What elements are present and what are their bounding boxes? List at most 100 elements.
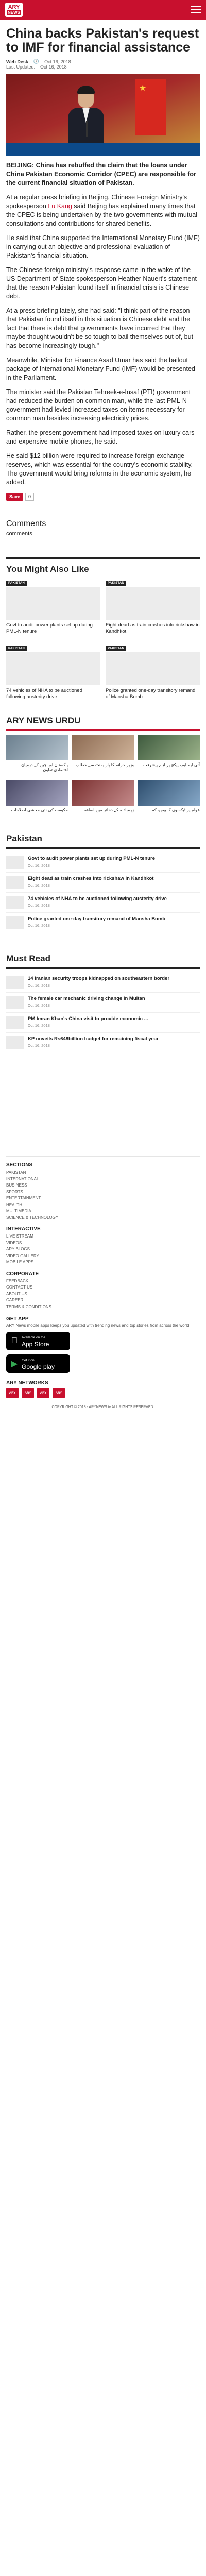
- footer-link-business[interactable]: BUSINESS: [6, 1182, 200, 1189]
- ary-news-logo[interactable]: ARY NEWS: [5, 3, 23, 17]
- ary-networks: ARY NETWORKS ARY ARY ARY ARY: [6, 1380, 200, 1398]
- footer-link-contact-us[interactable]: CONTACT US: [6, 1284, 200, 1291]
- footer-link-entertainment[interactable]: ENTERTAINMENT: [6, 1195, 200, 1202]
- footer-link-health[interactable]: HEALTH: [6, 1202, 200, 1209]
- urdu-card[interactable]: وزیر خزانہ کا پارلیمنٹ سے خطاب: [72, 735, 134, 773]
- pinterest-save-button[interactable]: Save: [6, 493, 24, 501]
- comments-area[interactable]: comments: [0, 531, 206, 537]
- google-play-icon: ▶: [11, 1360, 18, 1368]
- list-item[interactable]: Eight dead as train crashes into ricksha…: [6, 873, 200, 893]
- related-card[interactable]: PAKISTAN Eight dead as train crashes int…: [106, 578, 200, 635]
- article-date: Oct 16, 2018: [44, 59, 71, 64]
- urdu-title: عوام پر ٹیکسوں کا بوجھ کم: [151, 808, 200, 812]
- list-item-date: Oct 16, 2018: [28, 983, 50, 988]
- list-item-date: Oct 16, 2018: [28, 903, 50, 908]
- article-author[interactable]: Web Desk: [6, 59, 28, 64]
- list-thumbnail: [6, 976, 24, 989]
- list-item-title: KP unveils Rs648billion budget for remai…: [28, 1036, 159, 1042]
- urdu-card[interactable]: عوام پر ٹیکسوں کا بوجھ کم: [138, 780, 200, 813]
- you-might-also-like-section: You Might Also Like PAKISTAN Govt to aud…: [0, 559, 206, 700]
- ary-news-urdu-heading: ARY NEWS URDU: [6, 716, 81, 725]
- article: China backs Pakistan's request to IMF fo…: [0, 20, 206, 501]
- footer-link-ary-blogs[interactable]: ARY BLOGS: [6, 1246, 200, 1253]
- list-item-title: PM Imran Khan's China visit to provide e…: [28, 1016, 148, 1022]
- footer-link-pakistan[interactable]: PAKISTAN: [6, 1170, 200, 1176]
- network-logo[interactable]: ARY: [6, 1388, 19, 1398]
- category-tag: PAKISTAN: [6, 581, 27, 586]
- card-title: 74 vehicles of NHA to be auctioned follo…: [6, 688, 82, 700]
- footer-link-about-us[interactable]: ABOUT US: [6, 1291, 200, 1298]
- urdu-title: پاکستان اور چین کے درمیان اقتصادی تعاون: [21, 762, 68, 772]
- list-thumbnail: [6, 916, 24, 929]
- list-item-date: Oct 16, 2018: [28, 1023, 50, 1028]
- footer-link-sports[interactable]: SPORTS: [6, 1189, 200, 1196]
- microphone-icon: [86, 121, 88, 137]
- list-thumbnail: [6, 896, 24, 909]
- article-paragraph: He said $12 billion were required to inc…: [6, 452, 193, 486]
- network-logo[interactable]: ARY: [53, 1388, 65, 1398]
- urdu-card[interactable]: پاکستان اور چین کے درمیان اقتصادی تعاون: [6, 735, 68, 773]
- divider: [6, 847, 200, 849]
- top-bar: ARY NEWS: [0, 0, 206, 20]
- footer-link-videos[interactable]: VIDEOS: [6, 1240, 200, 1247]
- list-item-title: Eight dead as train crashes into ricksha…: [28, 876, 154, 882]
- article-paragraph: At a press briefing lately, she had said…: [6, 307, 194, 349]
- article-paragraph: At a regular press briefing in Beijing, …: [6, 193, 200, 228]
- footer-link-mobile-apps[interactable]: MOBILE APPS: [6, 1259, 200, 1266]
- comments-heading: Comments: [6, 519, 46, 528]
- urdu-thumbnail: [6, 735, 68, 760]
- urdu-card[interactable]: آئی ایم ایف پیکج پر اہم پیشرفت: [138, 735, 200, 773]
- list-thumbnail: [6, 1016, 24, 1029]
- updated-date: Oct 16, 2018: [40, 64, 67, 70]
- logo-bottom-text: NEWS: [7, 10, 21, 15]
- footer-link-video-gallery[interactable]: VIDEO GALLERY: [6, 1253, 200, 1260]
- get-app-description: ARY News mobile apps keeps you updated w…: [6, 1323, 191, 1328]
- google-play-button[interactable]: ▶ Get it on Google play: [6, 1354, 70, 1373]
- related-card[interactable]: PAKISTAN Police granted one-day transito…: [106, 643, 200, 700]
- footer-link-career[interactable]: CAREER: [6, 1297, 200, 1304]
- list-item[interactable]: Govt to audit power plants set up during…: [6, 853, 200, 873]
- urdu-card[interactable]: زرمبادلہ کے ذخائر میں اضافہ: [72, 780, 134, 813]
- footer-link-terms[interactable]: TERMS & CONDITIONS: [6, 1304, 200, 1311]
- article-updated: Last Updated: Oct 16, 2018: [6, 64, 200, 70]
- article-hero-image: ★: [6, 74, 200, 156]
- list-item[interactable]: 74 vehicles of NHA to be auctioned follo…: [6, 893, 200, 913]
- list-item[interactable]: KP unveils Rs648billion budget for remai…: [6, 1033, 200, 1053]
- footer-link-science-technology[interactable]: SCIENCE & TECHNOLOGY: [6, 1215, 200, 1222]
- urdu-title: زرمبادلہ کے ذخائر میں اضافہ: [84, 808, 134, 812]
- footer-link-international[interactable]: INTERNATIONAL: [6, 1176, 200, 1183]
- app-store-button[interactable]:  Available on the App Store: [6, 1332, 70, 1350]
- list-item[interactable]: PM Imran Khan's China visit to provide e…: [6, 1013, 200, 1033]
- article-paragraph: The Chinese foreign ministry's response …: [6, 266, 197, 300]
- list-item[interactable]: Police granted one-day transitory remand…: [6, 913, 200, 933]
- article-paragraph: BEIJING: China has rebuffed the claim th…: [6, 162, 196, 187]
- network-logo[interactable]: ARY: [22, 1388, 34, 1398]
- network-logo[interactable]: ARY: [37, 1388, 49, 1398]
- hamburger-menu-icon[interactable]: [191, 6, 201, 13]
- urdu-card[interactable]: حکومت کی نئی معاشی اصلاحات: [6, 780, 68, 813]
- spokesperson-link[interactable]: Lu Kang: [48, 202, 72, 210]
- ary-news-urdu-section: ARY NEWS URDU پاکستان اور چین کے درمیان …: [0, 700, 206, 813]
- ary-networks-heading: ARY NETWORKS: [6, 1380, 48, 1386]
- list-thumbnail: [6, 856, 24, 869]
- list-item-date: Oct 16, 2018: [28, 863, 50, 868]
- pakistan-section: Pakistan Govt to audit power plants set …: [0, 813, 206, 933]
- footer: SECTIONS PAKISTAN INTERNATIONAL BUSINESS…: [0, 1156, 206, 1413]
- urdu-thumbnail: [72, 735, 134, 760]
- article-paragraph: Rather, the present government had impos…: [6, 429, 195, 445]
- footer-link-live-stream[interactable]: LIVE STREAM: [6, 1233, 200, 1240]
- related-card[interactable]: PAKISTAN 74 vehicles of NHA to be auctio…: [6, 643, 100, 700]
- list-item[interactable]: 14 Iranian security troops kidnapped on …: [6, 973, 200, 993]
- category-tag: PAKISTAN: [6, 646, 27, 651]
- related-card[interactable]: PAKISTAN Govt to audit power plants set …: [6, 578, 100, 635]
- footer-interactive-heading: INTERACTIVE: [6, 1226, 41, 1232]
- google-play-big-text: Google play: [22, 1363, 55, 1370]
- card-title: Govt to audit power plants set up during…: [6, 622, 93, 634]
- footer-corporate-heading: CORPORATE: [6, 1270, 39, 1277]
- card-thumbnail: [6, 652, 100, 685]
- footer-link-feedback[interactable]: FEEDBACK: [6, 1278, 200, 1285]
- footer-link-multimedia[interactable]: MULTIMEDIA: [6, 1208, 200, 1215]
- list-item[interactable]: The female car mechanic driving change i…: [6, 993, 200, 1013]
- app-store-big-text: App Store: [22, 1341, 49, 1348]
- logo-top-text: ARY: [8, 4, 20, 10]
